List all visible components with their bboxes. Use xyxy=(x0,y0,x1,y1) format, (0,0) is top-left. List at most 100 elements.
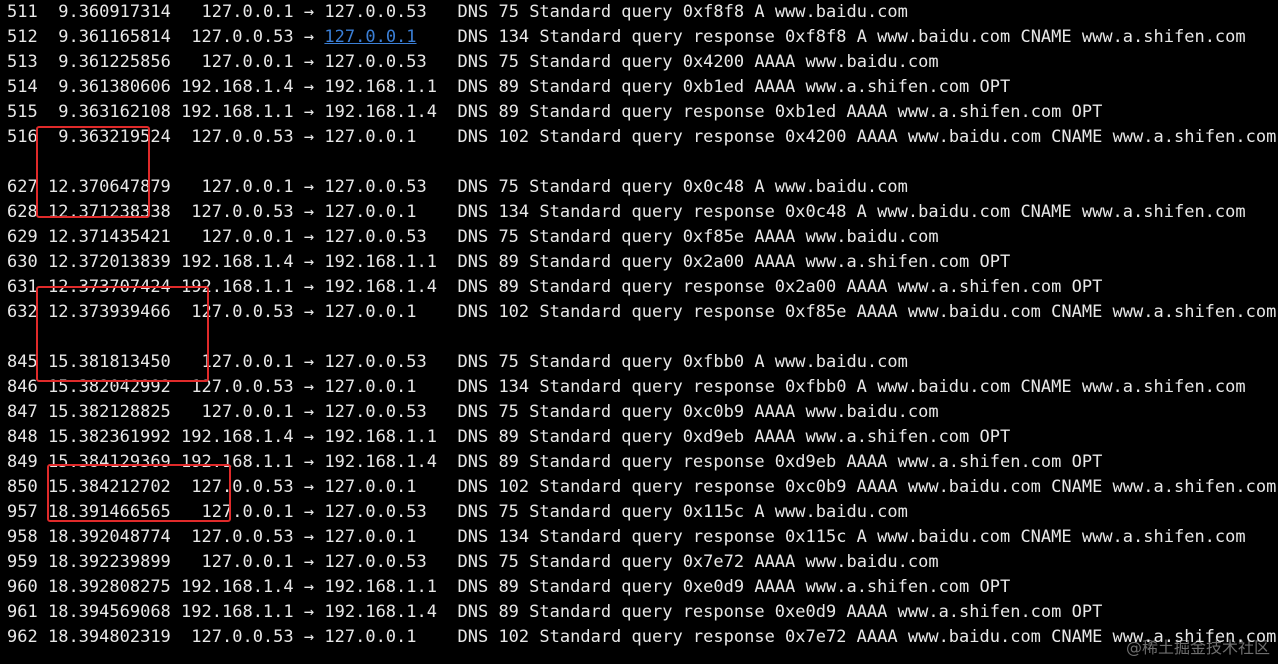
packet-destination: 192.168.1.1 xyxy=(324,427,437,447)
highlight-box-1 xyxy=(36,126,150,218)
packet-destination: 127.0.0.53 xyxy=(324,402,427,422)
arrow-icon: → xyxy=(303,177,315,197)
packet-info: Standard query 0x0c48 A www.baidu.com xyxy=(529,177,908,197)
packet-row: 514 9.361380606 192.168.1.4 → 192.168.1.… xyxy=(7,75,1010,99)
packet-number: 627 xyxy=(7,177,38,197)
packet-destination: 127.0.0.53 xyxy=(324,552,427,572)
packet-length: 134 xyxy=(498,202,530,222)
packet-info: Standard query response 0x115c A www.bai… xyxy=(539,527,1246,547)
packet-time: 15.382361992 xyxy=(47,427,171,447)
packet-length: 75 xyxy=(498,352,519,372)
packet-destination: 127.0.0.53 xyxy=(324,52,427,72)
arrow-icon: → xyxy=(303,252,315,272)
packet-row: 962 18.394802319 127.0.0.53 → 127.0.0.1 … xyxy=(7,625,1276,649)
arrow-icon: → xyxy=(303,227,315,247)
packet-number: 957 xyxy=(7,502,38,522)
packet-protocol: DNS xyxy=(457,27,489,47)
packet-time: 18.394569068 xyxy=(47,602,171,622)
packet-source: 127.0.0.1 xyxy=(201,2,294,22)
packet-number: 960 xyxy=(7,577,38,597)
arrow-icon: → xyxy=(303,377,315,397)
packet-info: Standard query response 0xb1ed AAAA www.… xyxy=(529,102,1103,122)
packet-row: 512 9.361165814 127.0.0.53 → 127.0.0.1 D… xyxy=(7,25,1246,49)
packet-protocol: DNS xyxy=(457,577,489,597)
packet-info: Standard query response 0xe0d9 AAAA www.… xyxy=(529,602,1103,622)
packet-time: 9.361225856 xyxy=(58,52,171,72)
arrow-icon: → xyxy=(303,127,315,147)
packet-length: 134 xyxy=(498,377,530,397)
packet-protocol: DNS xyxy=(457,102,489,122)
packet-info: Standard query 0x7e72 AAAA www.baidu.com xyxy=(529,552,939,572)
packet-length: 89 xyxy=(498,577,519,597)
arrow-icon: → xyxy=(303,202,315,222)
packet-info: Standard query response 0x4200 AAAA www.… xyxy=(539,127,1277,147)
packet-row: 958 18.392048774 127.0.0.53 → 127.0.0.1 … xyxy=(7,525,1246,549)
packet-row: 848 15.382361992 192.168.1.4 → 192.168.1… xyxy=(7,425,1010,449)
packet-destination: 192.168.1.1 xyxy=(324,577,437,597)
packet-time: 12.371435421 xyxy=(47,227,171,247)
packet-number: 847 xyxy=(7,402,38,422)
packet-destination: 127.0.0.1 xyxy=(324,302,417,322)
packet-time: 18.394802319 xyxy=(47,627,171,647)
highlight-box-3 xyxy=(47,464,231,522)
packet-source: 192.168.1.1 xyxy=(181,602,294,622)
packet-info: Standard query response 0x2a00 AAAA www.… xyxy=(529,277,1103,297)
packet-source: 127.0.0.1 xyxy=(201,352,294,372)
packet-destination: 127.0.0.1 xyxy=(324,377,417,397)
packet-info: Standard query 0x2a00 AAAA www.a.shifen.… xyxy=(529,252,1011,272)
packet-time: 9.361380606 xyxy=(58,77,171,97)
highlight-box-2 xyxy=(36,286,209,382)
packet-destination: 192.168.1.1 xyxy=(324,77,437,97)
packet-number: 961 xyxy=(7,602,38,622)
arrow-icon: → xyxy=(303,577,315,597)
packet-info: Standard query 0xe0d9 AAAA www.a.shifen.… xyxy=(529,577,1011,597)
packet-protocol: DNS xyxy=(457,602,489,622)
packet-number: 848 xyxy=(7,427,38,447)
packet-destination: 192.168.1.4 xyxy=(324,102,437,122)
packet-protocol: DNS xyxy=(457,127,489,147)
packet-protocol: DNS xyxy=(457,177,489,197)
packet-row: 961 18.394569068 192.168.1.1 → 192.168.1… xyxy=(7,600,1102,624)
packet-length: 89 xyxy=(498,277,519,297)
packet-time: 9.360917314 xyxy=(58,2,171,22)
packet-info: Standard query response 0x0c48 A www.bai… xyxy=(539,202,1246,222)
packet-length: 75 xyxy=(498,552,519,572)
packet-destination: 127.0.0.1 xyxy=(324,127,417,147)
packet-info: Standard query response 0xf8f8 A www.bai… xyxy=(539,27,1246,47)
packet-destination: 127.0.0.1 xyxy=(324,627,417,647)
packet-protocol: DNS xyxy=(457,227,489,247)
arrow-icon: → xyxy=(303,552,315,572)
packet-length: 102 xyxy=(498,627,530,647)
packet-source: 127.0.0.1 xyxy=(201,227,294,247)
arrow-icon: → xyxy=(303,27,315,47)
packet-protocol: DNS xyxy=(457,377,489,397)
arrow-icon: → xyxy=(303,102,315,122)
packet-info: Standard query 0xb1ed AAAA www.a.shifen.… xyxy=(529,77,1011,97)
arrow-icon: → xyxy=(303,452,315,472)
packet-source: 192.168.1.1 xyxy=(181,102,294,122)
watermark: @稀土掘金技术社区 xyxy=(1125,638,1270,657)
packet-protocol: DNS xyxy=(457,627,489,647)
packet-protocol: DNS xyxy=(457,52,489,72)
arrow-icon: → xyxy=(303,427,315,447)
packet-length: 75 xyxy=(498,177,519,197)
packet-destination[interactable]: 127.0.0.1 xyxy=(324,27,416,47)
arrow-icon: → xyxy=(303,477,315,497)
packet-length: 75 xyxy=(498,227,519,247)
packet-info: Standard query 0x115c A www.baidu.com xyxy=(529,502,908,522)
arrow-icon: → xyxy=(303,352,315,372)
packet-number: 850 xyxy=(7,477,38,497)
packet-length: 102 xyxy=(498,477,530,497)
packet-destination: 127.0.0.53 xyxy=(324,227,427,247)
packet-number: 512 xyxy=(7,27,38,47)
packet-length: 89 xyxy=(498,452,519,472)
packet-row: 628 12.371238338 127.0.0.53 → 127.0.0.1 … xyxy=(7,200,1246,224)
packet-length: 89 xyxy=(498,77,519,97)
arrow-icon: → xyxy=(303,402,315,422)
packet-number: 515 xyxy=(7,102,38,122)
packet-number: 628 xyxy=(7,202,38,222)
packet-length: 102 xyxy=(498,127,530,147)
packet-row: 515 9.363162108 192.168.1.1 → 192.168.1.… xyxy=(7,100,1102,124)
packet-info: Standard query 0x4200 AAAA www.baidu.com xyxy=(529,52,939,72)
packet-protocol: DNS xyxy=(457,477,489,497)
